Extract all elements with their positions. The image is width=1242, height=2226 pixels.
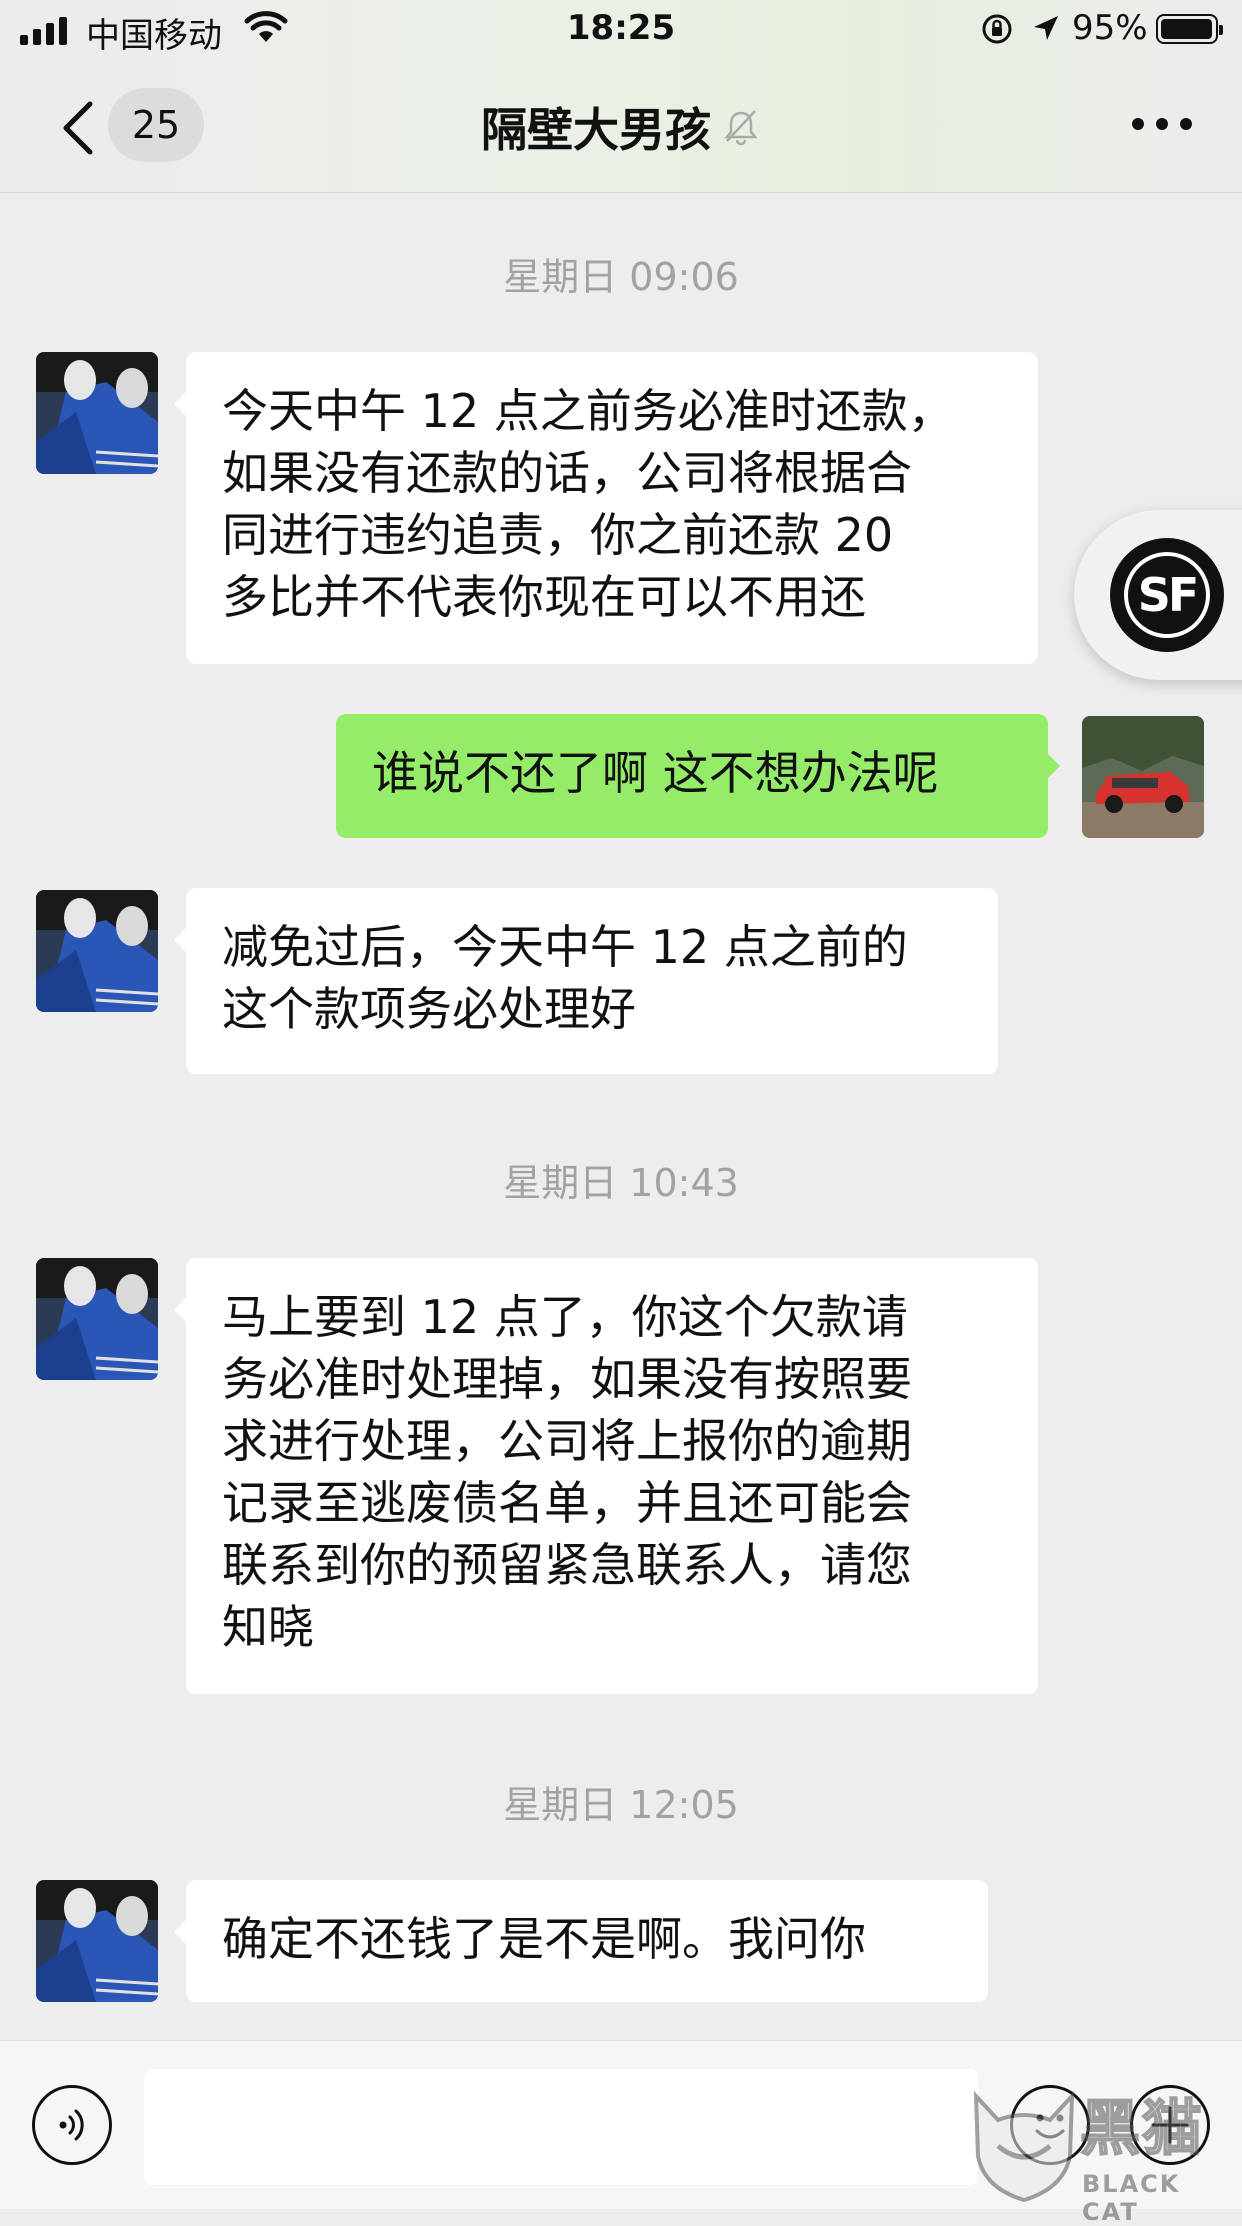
watermark-cn-text: 黑猫: [1079, 2093, 1204, 2165]
black-cat-logo-icon: [973, 2090, 1075, 2203]
battery-icon: [1156, 14, 1223, 44]
incoming-message-bubble[interactable]: 今天中午 12 点之前务必准时还款， 如果没有还款的话，公司将根据合 同进行违约…: [174, 352, 1038, 664]
message-timestamp: 星期日 10:43: [503, 1161, 739, 1205]
incoming-message-bubble[interactable]: 确定不还钱了是不是啊。我问你: [174, 1880, 988, 2002]
message-timestamp: 星期日 09:06: [503, 255, 739, 299]
watermark-en-text: BLACK CAT: [1082, 2170, 1181, 2226]
sf-express-floating-button[interactable]: SF: [1074, 510, 1242, 680]
outgoing-message-bubble[interactable]: 谁说不还了啊 这不想办法呢: [336, 714, 1060, 838]
mute-bell-icon: [724, 110, 758, 146]
status-bar: 中国移动 18:25 95%: [0, 0, 1242, 62]
more-options-button[interactable]: [1132, 118, 1192, 130]
message-timestamp: 星期日 12:05: [503, 1783, 739, 1827]
my-avatar[interactable]: [1082, 716, 1204, 838]
black-cat-watermark: 黑猫 BLACK CAT: [968, 2076, 1242, 2226]
voice-input-button[interactable]: [32, 2085, 112, 2165]
location-arrow-icon: [1034, 16, 1058, 40]
header: 中国移动 18:25 95% 25 隔壁大男孩: [0, 0, 1242, 193]
rotation-lock-icon: [982, 14, 1012, 44]
contact-avatar[interactable]: [36, 1880, 158, 2002]
voice-icon: [59, 2109, 84, 2141]
incoming-message-bubble[interactable]: 马上要到 12 点了，你这个欠款请 务必准时处理掉，如果没有按照要 求进行处理，…: [174, 1258, 1038, 1694]
battery-percent: 95%: [1072, 8, 1148, 48]
chat-title-group: 隔壁大男孩: [0, 94, 1242, 160]
contact-avatar[interactable]: [36, 1258, 158, 1380]
nav-bar: 25 隔壁大男孩: [0, 62, 1242, 192]
sf-logo-icon: SF: [1110, 538, 1224, 652]
incoming-message-bubble[interactable]: 减免过后，今天中午 12 点之前的 这个款项务必处理好: [174, 888, 998, 1074]
chat-title: 隔壁大男孩: [481, 103, 711, 157]
message-input[interactable]: [144, 2069, 978, 2185]
contact-avatar[interactable]: [36, 352, 158, 474]
contact-avatar[interactable]: [36, 890, 158, 1012]
